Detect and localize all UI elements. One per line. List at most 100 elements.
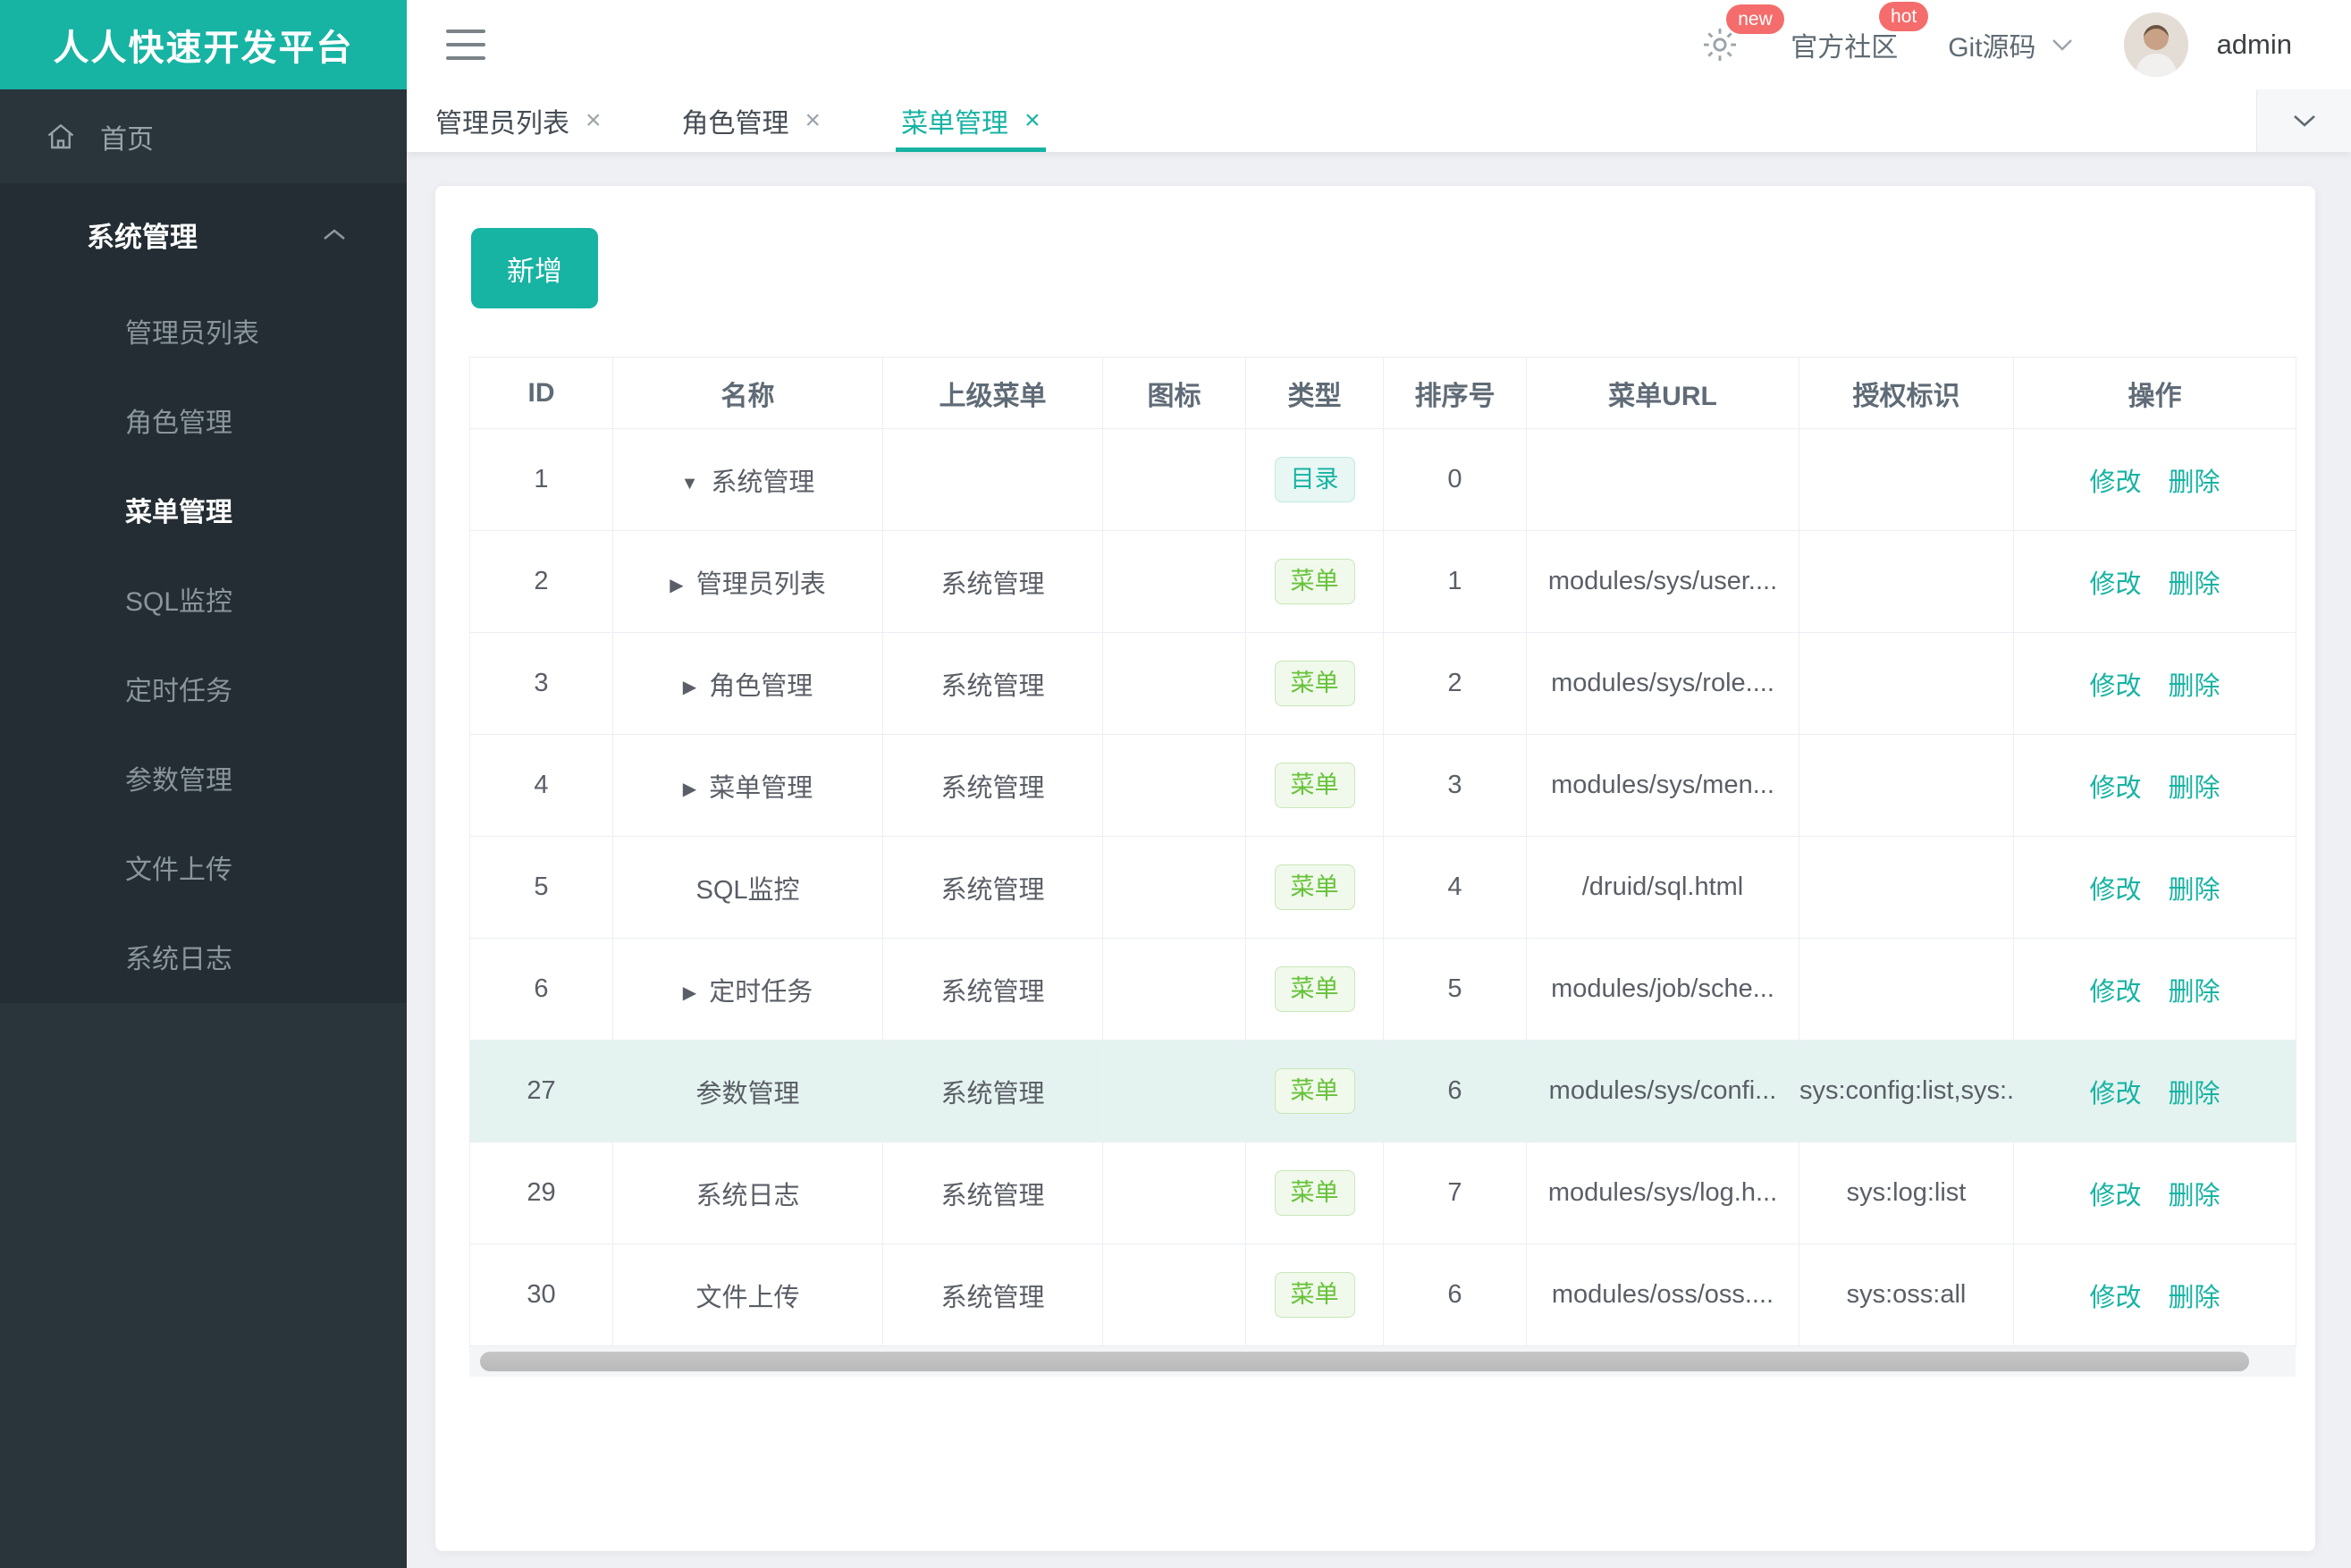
tab-close-icon[interactable]: ×	[1024, 107, 1041, 134]
community-link[interactable]: 官方社区 hot	[1791, 2, 1929, 64]
edit-link[interactable]: 修改	[2089, 672, 2141, 701]
cell-id: 30	[469, 1243, 613, 1346]
cell-name: 系统日志	[612, 1142, 883, 1244]
delete-link[interactable]: 删除	[2169, 672, 2220, 701]
column-header: ID	[469, 357, 613, 429]
username-menu[interactable]: admin	[2217, 29, 2292, 61]
delete-link[interactable]: 删除	[2169, 468, 2220, 497]
app-logo: 人人快速开发平台	[0, 0, 407, 89]
delete-link[interactable]: 删除	[2169, 774, 2220, 803]
cell-parent: 系统管理	[882, 530, 1103, 633]
cell-id: 27	[469, 1040, 613, 1142]
tab-close-icon[interactable]: ×	[805, 107, 822, 134]
delete-link[interactable]: 删除	[2169, 1182, 2220, 1210]
main-content: 新增 ID 名称 上级菜单 图标 类型 排序号 菜单URL 授权标识 操作 1 ▼ 系统管理 目录 0 修…	[407, 152, 2351, 1568]
table-row: 29 系统日志 系统管理 菜单 7 modules/sys/log.h... sys:log…	[469, 1142, 2296, 1244]
delete-link[interactable]: 删除	[2169, 978, 2220, 1007]
edit-link[interactable]: 修改	[2089, 978, 2141, 1007]
sidebar-item-6[interactable]: 文件上传	[0, 822, 407, 912]
cell-actions: 修改 删除	[2013, 836, 2296, 939]
table-row: 3 ▶ 角色管理 系统管理 菜单 2 modules/sys/role.... 修改 删除	[469, 632, 2296, 735]
settings-button[interactable]: new	[1699, 4, 1784, 65]
cell-id: 5	[469, 836, 613, 939]
sidebar-item-home[interactable]: 首页	[0, 89, 407, 183]
tab-0[interactable]: 管理员列表 ×	[435, 89, 602, 152]
table-row: 4 ▶ 菜单管理 系统管理 菜单 3 modules/sys/men... 修改 删除	[469, 734, 2296, 837]
chevron-up-icon	[321, 226, 348, 244]
tab-close-icon[interactable]: ×	[586, 107, 602, 134]
sidebar-item-2[interactable]: 菜单管理	[0, 465, 407, 554]
cell-url	[1526, 428, 1799, 531]
column-header: 名称	[612, 357, 883, 429]
sidebar-home-label: 首页	[100, 124, 154, 155]
cell-parent: 系统管理	[882, 1040, 1103, 1142]
cell-name: SQL监控	[612, 836, 883, 939]
column-header: 菜单URL	[1526, 357, 1799, 429]
cell-id: 6	[469, 938, 613, 1041]
edit-link[interactable]: 修改	[2089, 1284, 2141, 1312]
sidebar-item-4[interactable]: 定时任务	[0, 644, 407, 733]
menu-name: 文件上传	[695, 1283, 800, 1312]
type-badge: 菜单	[1274, 1169, 1355, 1217]
git-source-menu[interactable]: Git源码	[1948, 25, 2073, 64]
cell-name: 文件上传	[612, 1243, 883, 1346]
delete-link[interactable]: 删除	[2169, 1080, 2220, 1109]
menu-name: 参数管理	[695, 1079, 800, 1109]
edit-link[interactable]: 修改	[2089, 774, 2141, 803]
delete-link[interactable]: 删除	[2169, 876, 2220, 905]
horizontal-scrollbar-thumb[interactable]	[480, 1352, 2249, 1371]
sidebar-toggle-button[interactable]	[446, 30, 485, 60]
cell-parent	[882, 428, 1103, 531]
tab-1[interactable]: 角色管理 ×	[682, 89, 822, 152]
cell-icon	[1102, 428, 1246, 531]
cell-id: 2	[469, 530, 613, 633]
sidebar-group-system: 系统管理 管理员列表 角色管理 菜单管理 SQL监控 定时任务 参数管理 文件上传 系统日志	[0, 183, 407, 1003]
edit-link[interactable]: 修改	[2089, 876, 2141, 905]
edit-link[interactable]: 修改	[2089, 570, 2141, 599]
app-root: 人人快速开发平台 首页 系统管理 管理员列表 角色管理 菜单管理 SQL监控 定时任务参…	[0, 0, 2351, 1568]
add-button[interactable]: 新增	[471, 228, 598, 308]
edit-link[interactable]: 修改	[2089, 1080, 2141, 1109]
table-row: 27 参数管理 系统管理 菜单 6 modules/sys/confi... sys:con…	[469, 1040, 2296, 1142]
column-header: 排序号	[1383, 357, 1527, 429]
community-label: 官方社区	[1791, 33, 1899, 63]
edit-link[interactable]: 修改	[2089, 468, 2141, 497]
cell-type: 菜单	[1245, 1243, 1384, 1346]
edit-link[interactable]: 修改	[2089, 1182, 2141, 1210]
cell-url: modules/sys/role....	[1526, 632, 1799, 735]
sidebar-item-5[interactable]: 参数管理	[0, 733, 407, 822]
cell-actions: 修改 删除	[2013, 1040, 2296, 1142]
tab-2[interactable]: 菜单管理 ×	[896, 89, 1046, 152]
cell-order: 3	[1383, 734, 1527, 837]
cell-icon	[1102, 734, 1246, 837]
cell-order: 0	[1383, 428, 1527, 531]
cell-name: 参数管理	[612, 1040, 883, 1142]
type-badge: 菜单	[1274, 965, 1355, 1013]
sidebar-group-header[interactable]: 系统管理	[0, 183, 407, 286]
tree-collapse-icon[interactable]: ▼	[681, 474, 699, 493]
new-badge: new	[1726, 4, 1784, 34]
cell-perm	[1799, 632, 2014, 735]
sidebar: 人人快速开发平台 首页 系统管理 管理员列表 角色管理 菜单管理 SQL监控 定时任务参…	[0, 0, 407, 1568]
tree-expand-icon[interactable]: ▶	[683, 780, 696, 799]
sidebar-item-3[interactable]: SQL监控	[0, 554, 407, 644]
cell-order: 2	[1383, 632, 1527, 735]
sidebar-item-1[interactable]: 角色管理	[0, 375, 407, 465]
avatar[interactable]	[2123, 13, 2188, 77]
cell-icon	[1102, 632, 1246, 735]
tree-expand-icon[interactable]: ▶	[670, 576, 683, 595]
tree-expand-icon[interactable]: ▶	[683, 678, 696, 697]
tabs-dropdown-button[interactable]	[2256, 89, 2351, 152]
cell-actions: 修改 删除	[2013, 734, 2296, 837]
delete-link[interactable]: 删除	[2169, 570, 2220, 599]
git-source-label: Git源码	[1948, 33, 2036, 63]
tree-expand-icon[interactable]: ▶	[683, 983, 696, 1003]
delete-link[interactable]: 删除	[2169, 1284, 2220, 1312]
cell-actions: 修改 删除	[2013, 530, 2296, 633]
cell-perm	[1799, 734, 2014, 837]
type-badge: 菜单	[1274, 1271, 1355, 1319]
sidebar-item-7[interactable]: 系统日志	[0, 912, 407, 1001]
sidebar-item-0[interactable]: 管理员列表	[0, 286, 407, 375]
cell-name: ▶ 管理员列表	[612, 530, 883, 633]
chevron-down-icon	[2051, 38, 2074, 52]
